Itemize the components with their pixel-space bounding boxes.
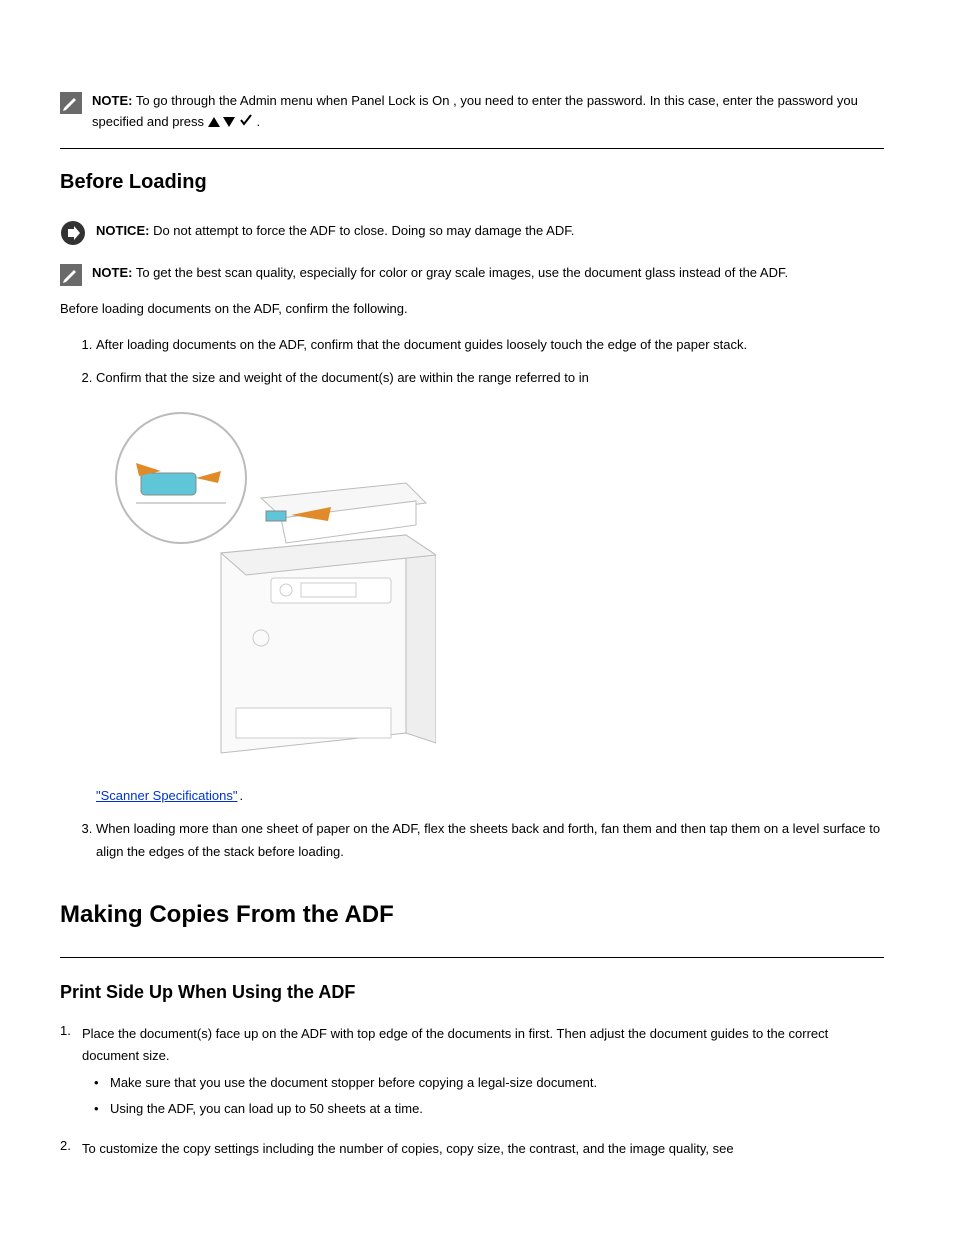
scanner-specs-link[interactable]: "Scanner Specifications"	[96, 788, 237, 803]
pre-step-2-link-line: "Scanner Specifications".	[96, 785, 884, 808]
pre-step-3: When loading more than one sheet of pape…	[96, 818, 884, 864]
pre-step-2-text: Confirm that the size and weight of the …	[96, 367, 884, 390]
note-1-text: NOTE: To go through the Admin menu when …	[92, 90, 884, 134]
bullet-2-text: Using the ADF, you can load up to 50 she…	[110, 1098, 423, 1120]
notice-arrow-icon	[60, 220, 86, 246]
copy-step-1: 1. Place the document(s) face up on the …	[60, 1023, 884, 1123]
printer-illustration	[106, 403, 884, 771]
pre-steps-list: After loading documents on the ADF, conf…	[60, 334, 884, 864]
step-2-text: To customize the copy settings including…	[82, 1138, 734, 1160]
note-2-label: NOTE:	[92, 265, 132, 280]
note-label: NOTE:	[92, 93, 132, 108]
bullet-dot-icon	[94, 1072, 110, 1094]
notice: NOTICE: Do not attempt to force the ADF …	[60, 220, 884, 246]
copy-step-2: 2. To customize the copy settings includ…	[60, 1138, 884, 1160]
subheading-print-side-up: Print Side Up When Using the ADF	[60, 982, 884, 1003]
bullet-2: Using the ADF, you can load up to 50 she…	[94, 1098, 884, 1120]
triangle-up-icon	[208, 112, 220, 133]
pre-step-2: Confirm that the size and weight of the …	[96, 367, 884, 808]
note-1: NOTE: To go through the Admin menu when …	[60, 90, 884, 134]
notice-label: NOTICE:	[96, 223, 149, 238]
step-1-text: Place the document(s) face up on the ADF…	[82, 1023, 884, 1067]
bullet-dot-icon	[94, 1098, 110, 1120]
note-2: NOTE: To get the best scan quality, espe…	[60, 262, 884, 286]
body-before: Before loading documents on the ADF, con…	[60, 298, 884, 320]
note-2-text: NOTE: To get the best scan quality, espe…	[92, 262, 788, 283]
heading-making-copies: Making Copies From the ADF	[60, 901, 884, 929]
bullet-1: Make sure that you use the document stop…	[94, 1072, 884, 1094]
pre-step-1: After loading documents on the ADF, conf…	[96, 334, 884, 357]
pencil-icon	[60, 92, 82, 114]
divider	[60, 148, 884, 149]
triangle-down-icon	[223, 112, 235, 133]
pencil-icon	[60, 264, 82, 286]
check-icon	[239, 112, 253, 133]
step-2-num: 2.	[60, 1138, 82, 1160]
section-title-before-loading: Before Loading	[60, 171, 884, 194]
bullet-1-text: Make sure that you use the document stop…	[110, 1072, 597, 1094]
step-1-num: 1.	[60, 1023, 82, 1123]
divider-2	[60, 957, 884, 958]
notice-text: NOTICE: Do not attempt to force the ADF …	[96, 220, 574, 241]
